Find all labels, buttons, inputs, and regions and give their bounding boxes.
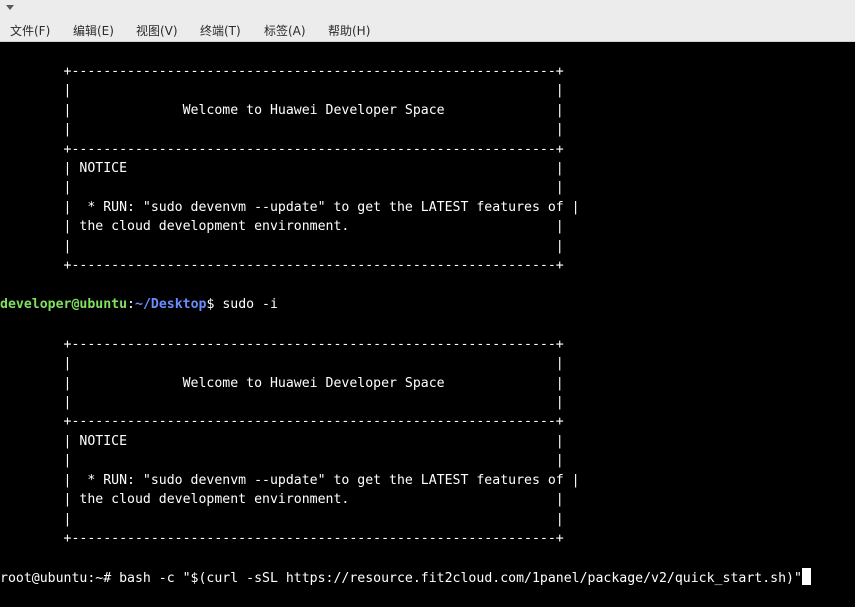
banner-line: | | (0, 453, 564, 468)
banner-notice: | NOTICE | (0, 161, 564, 176)
menu-bar: 文件(F) 编辑(E) 视图(V) 终端(T) 标签(A) 帮助(H) (0, 16, 855, 42)
terminal-output[interactable]: +---------------------------------------… (0, 42, 855, 607)
banner-notice-text: | the cloud development environment. | (0, 492, 564, 507)
banner-line: +---------------------------------------… (0, 337, 564, 352)
menu-view[interactable]: 视图(V) (136, 22, 178, 39)
menu-file[interactable]: 文件(F) (10, 22, 50, 39)
banner-line: +---------------------------------------… (0, 414, 564, 429)
banner-line: | | (0, 356, 564, 371)
banner-line: +---------------------------------------… (0, 64, 564, 79)
banner-line: | | (0, 122, 564, 137)
banner-notice-text: | * RUN: "sudo devenvm --update" to get … (0, 473, 580, 488)
prompt-path: ~/Desktop (135, 297, 207, 312)
banner-line: | | (0, 395, 564, 410)
menu-tabs[interactable]: 标签(A) (264, 22, 306, 39)
banner-notice-text: | the cloud development environment. | (0, 219, 564, 234)
prompt-command: sudo -i (222, 297, 278, 312)
text-cursor (801, 568, 811, 585)
prompt-user: developer@ubuntu (0, 297, 128, 312)
prompt-separator: : (127, 297, 135, 312)
banner-line: | | (0, 180, 564, 195)
banner-notice: | NOTICE | (0, 434, 564, 449)
banner-title: | Welcome to Huawei Developer Space | (0, 376, 564, 391)
menu-help[interactable]: 帮助(H) (328, 22, 370, 39)
title-bar (0, 0, 855, 16)
banner-line: +---------------------------------------… (0, 258, 564, 273)
banner-line: +---------------------------------------… (0, 142, 564, 157)
banner-title: | Welcome to Huawei Developer Space | (0, 103, 564, 118)
banner-line: | | (0, 512, 564, 527)
terminal-window: 文件(F) 编辑(E) 视图(V) 终端(T) 标签(A) 帮助(H) +---… (0, 0, 855, 607)
banner-line: | | (0, 239, 564, 254)
prompt-command: bash -c "$(curl -sSL https://resource.fi… (119, 571, 802, 586)
window-menu-arrow-icon[interactable] (6, 5, 14, 10)
banner-notice-text: | * RUN: "sudo devenvm --update" to get … (0, 200, 580, 215)
prompt-root: root@ubuntu:~# (0, 571, 120, 586)
banner-line: | | (0, 83, 564, 98)
prompt-symbol: $ (206, 297, 223, 312)
prompt-line-developer: developer@ubuntu:~/Desktop$ sudo -i (0, 295, 278, 314)
banner-line: +---------------------------------------… (0, 531, 564, 546)
prompt-line-root: root@ubuntu:~# bash -c "$(curl -sSL http… (0, 568, 811, 588)
menu-terminal[interactable]: 终端(T) (200, 22, 241, 39)
menu-edit[interactable]: 编辑(E) (73, 22, 114, 39)
